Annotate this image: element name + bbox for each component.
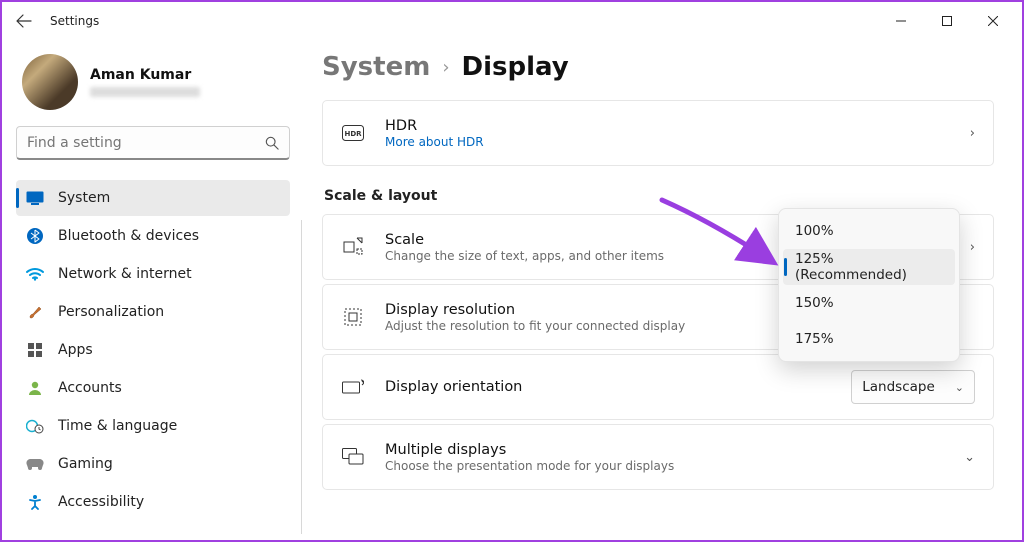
chevron-right-icon: › xyxy=(970,240,975,255)
profile-block[interactable]: Aman Kumar xyxy=(16,44,290,126)
scale-option-150[interactable]: 150% xyxy=(783,285,955,321)
wifi-icon xyxy=(26,265,44,283)
resolution-icon xyxy=(341,307,365,327)
maximize-icon xyxy=(942,16,952,26)
sidebar-item-accessibility[interactable]: Accessibility xyxy=(16,484,290,520)
arrow-left-icon xyxy=(16,13,32,29)
svg-text:HDR: HDR xyxy=(344,130,362,138)
minimize-button[interactable] xyxy=(878,5,924,37)
multiple-displays-card[interactable]: Multiple displays Choose the presentatio… xyxy=(322,424,994,490)
sidebar-item-gaming[interactable]: Gaming xyxy=(16,446,290,482)
hdr-title: HDR xyxy=(385,118,970,134)
chevron-right-icon: › xyxy=(442,57,449,78)
sidebar-item-label: Network & internet xyxy=(58,266,192,282)
sidebar: Aman Kumar System Bluetooth & devices Ne… xyxy=(2,40,302,540)
chevron-down-icon: ⌄ xyxy=(964,450,975,465)
back-button[interactable] xyxy=(8,5,40,37)
orientation-value: Landscape xyxy=(862,379,935,395)
monitor-icon xyxy=(26,189,44,207)
orientation-icon xyxy=(341,379,365,395)
sidebar-item-bluetooth[interactable]: Bluetooth & devices xyxy=(16,218,290,254)
sidebar-item-label: Gaming xyxy=(58,456,113,472)
scale-icon xyxy=(341,237,365,257)
orientation-title: Display orientation xyxy=(385,379,851,395)
sidebar-item-label: Personalization xyxy=(58,304,164,320)
profile-email xyxy=(90,87,200,97)
maximize-button[interactable] xyxy=(924,5,970,37)
brush-icon xyxy=(26,303,44,321)
chevron-down-icon: ⌄ xyxy=(955,381,964,394)
section-title-scale-layout: Scale & layout xyxy=(324,188,994,204)
breadcrumb: System › Display xyxy=(322,52,994,82)
breadcrumb-current: Display xyxy=(462,52,569,82)
nav-list: System Bluetooth & devices Network & int… xyxy=(16,180,290,520)
window-controls xyxy=(878,5,1016,37)
close-button[interactable] xyxy=(970,5,1016,37)
hdr-card[interactable]: HDR HDR More about HDR › xyxy=(322,100,994,166)
multiple-displays-subtitle: Choose the presentation mode for your di… xyxy=(385,459,964,473)
sidebar-item-label: Apps xyxy=(58,342,93,358)
chevron-right-icon: › xyxy=(970,126,975,141)
gamepad-icon xyxy=(26,455,44,473)
minimize-icon xyxy=(896,16,906,26)
scale-option-125[interactable]: 125% (Recommended) xyxy=(783,249,955,285)
sidebar-item-personalization[interactable]: Personalization xyxy=(16,294,290,330)
bluetooth-icon xyxy=(26,227,44,245)
sidebar-item-label: Time & language xyxy=(58,418,177,434)
person-icon xyxy=(26,379,44,397)
multiple-displays-icon xyxy=(341,448,365,466)
scale-option-175[interactable]: 175% xyxy=(783,321,955,357)
orientation-card: Display orientation Landscape ⌄ xyxy=(322,354,994,420)
sidebar-item-apps[interactable]: Apps xyxy=(16,332,290,368)
close-icon xyxy=(988,16,998,26)
sidebar-item-label: Bluetooth & devices xyxy=(58,228,199,244)
apps-icon xyxy=(26,341,44,359)
scale-dropdown[interactable]: 100% 125% (Recommended) 150% 175% xyxy=(778,208,960,362)
accessibility-icon xyxy=(26,493,44,511)
sidebar-item-label: Accessibility xyxy=(58,494,144,510)
orientation-select[interactable]: Landscape ⌄ xyxy=(851,370,975,404)
search-box[interactable] xyxy=(16,126,290,160)
clock-globe-icon xyxy=(26,417,44,435)
scale-option-100[interactable]: 100% xyxy=(783,213,955,249)
breadcrumb-parent[interactable]: System xyxy=(322,52,430,82)
search-input[interactable] xyxy=(27,135,265,151)
sidebar-item-label: System xyxy=(58,190,110,206)
sidebar-item-accounts[interactable]: Accounts xyxy=(16,370,290,406)
titlebar: Settings xyxy=(2,2,1022,40)
search-icon xyxy=(265,136,279,150)
sidebar-divider xyxy=(301,220,302,534)
sidebar-item-network[interactable]: Network & internet xyxy=(16,256,290,292)
hdr-icon: HDR xyxy=(341,125,365,141)
window-title: Settings xyxy=(50,14,99,28)
avatar xyxy=(22,54,78,110)
sidebar-item-label: Accounts xyxy=(58,380,122,396)
multiple-displays-title: Multiple displays xyxy=(385,442,964,458)
hdr-more-link[interactable]: More about HDR xyxy=(385,135,970,149)
sidebar-item-time-language[interactable]: Time & language xyxy=(16,408,290,444)
sidebar-item-system[interactable]: System xyxy=(16,180,290,216)
profile-name: Aman Kumar xyxy=(90,67,200,83)
